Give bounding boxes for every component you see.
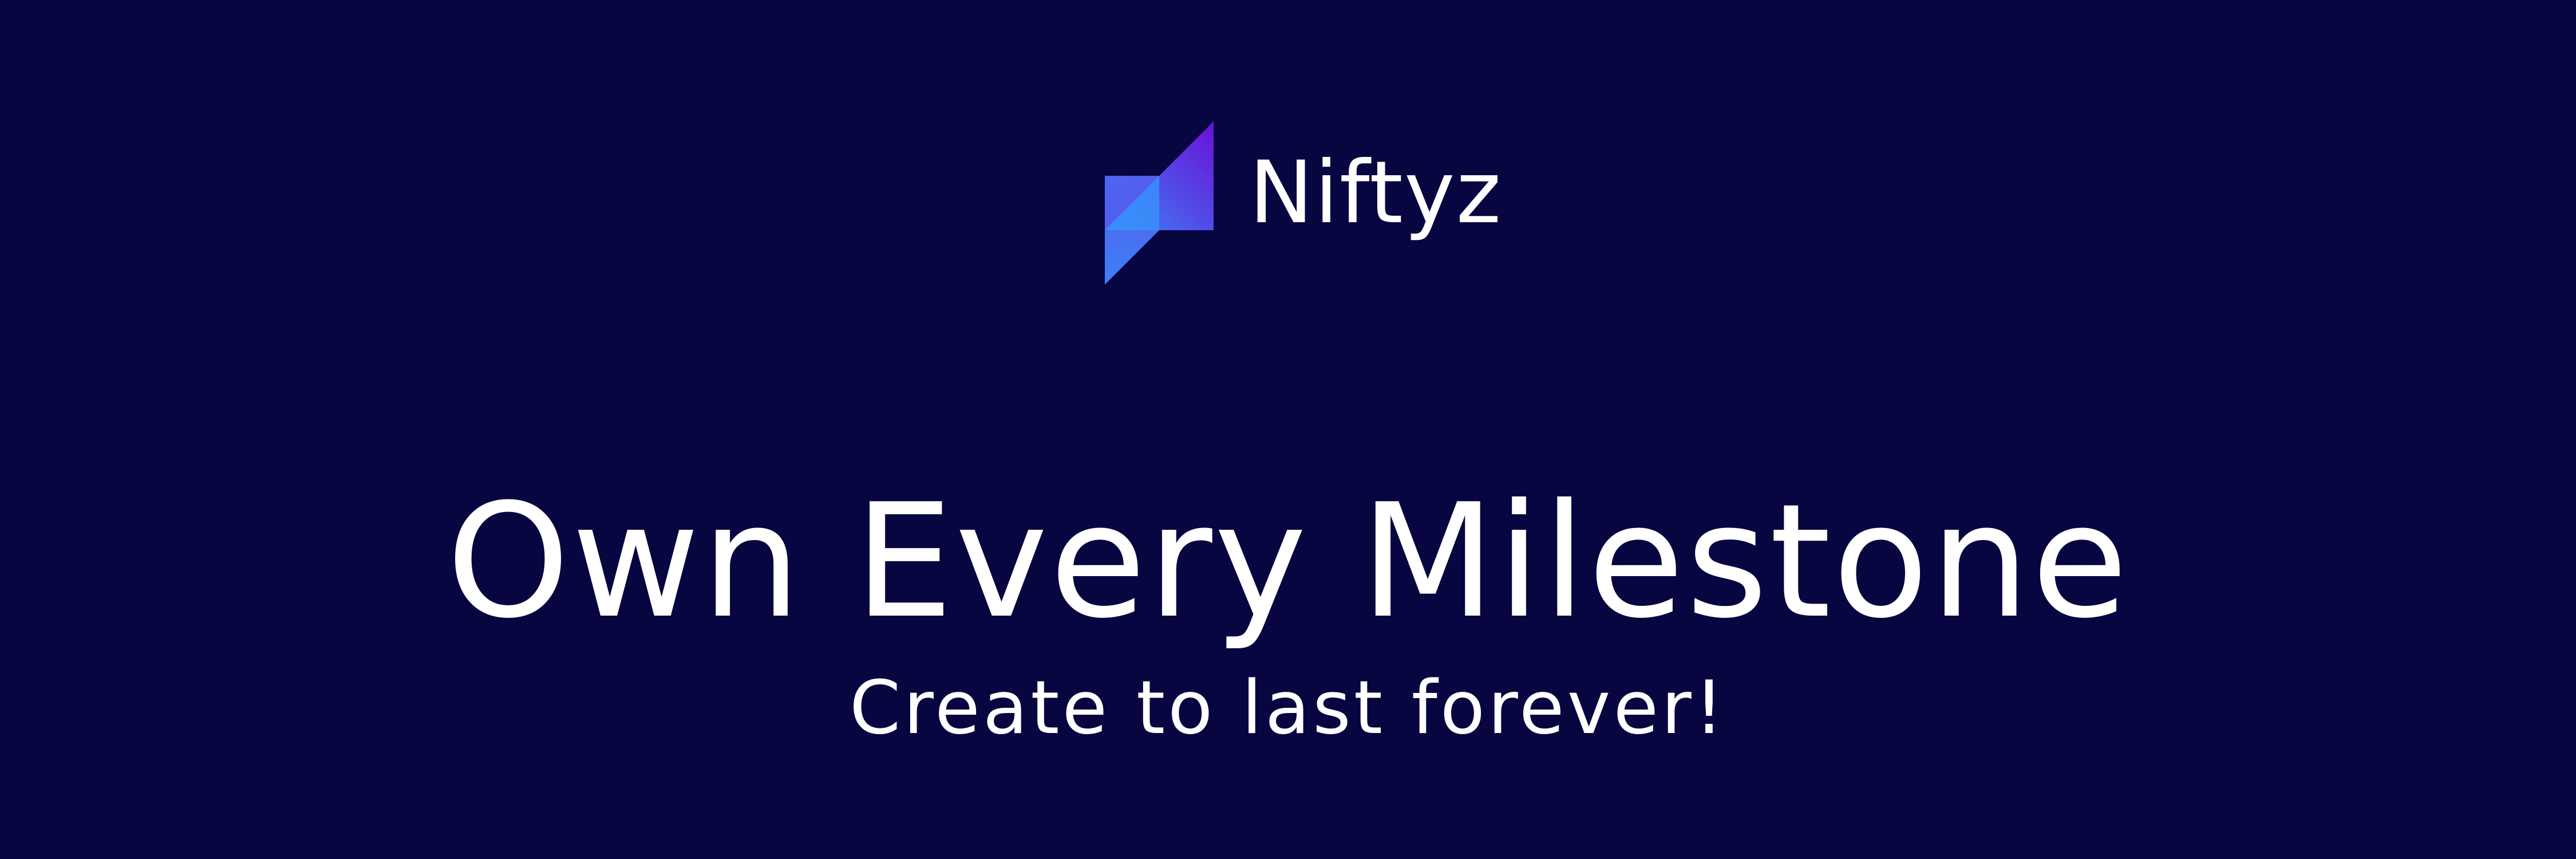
tagline: Create to last forever! xyxy=(849,665,1727,751)
brand-name: Niftyz xyxy=(1249,143,1503,243)
headline: Own Every Milestone xyxy=(446,470,2130,653)
banner: Niftyz Own Every Milestone Create to las… xyxy=(0,0,2576,859)
niftyz-logo-icon xyxy=(1105,121,1214,285)
